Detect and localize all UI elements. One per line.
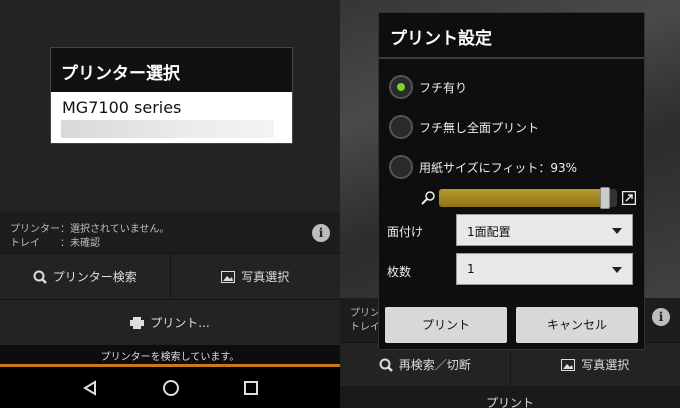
search-icon bbox=[33, 270, 47, 284]
action-row: プリンター検索 写真選択 bbox=[0, 253, 340, 299]
search-icon bbox=[379, 358, 393, 372]
copies-select[interactable]: 1 bbox=[456, 253, 633, 285]
radio-button[interactable] bbox=[389, 155, 413, 179]
photo-icon bbox=[561, 358, 576, 371]
left-screen: プリンター選択 MG7100 series プリンター：選択されていません。 ト… bbox=[0, 0, 340, 408]
printer-status: プリンター：選択されていません。 bbox=[10, 224, 170, 235]
android-navbar bbox=[0, 367, 340, 408]
print-row: プリント... bbox=[0, 299, 340, 345]
fit-slider-fill bbox=[439, 189, 605, 207]
option-borderless[interactable]: フチ無し全面プリント bbox=[389, 115, 539, 139]
tray-status: トレイ ：未確認 bbox=[10, 238, 100, 249]
photo-select-button[interactable]: 写真選択 bbox=[171, 254, 341, 299]
fit-slider-thumb[interactable] bbox=[600, 187, 610, 209]
photo-select-label: 写真選択 bbox=[241, 270, 290, 284]
layout-label: 面付け bbox=[387, 225, 424, 239]
option-label: フチ無し全面プリント bbox=[419, 120, 540, 135]
layout-value: 1面配置 bbox=[467, 225, 511, 239]
copies-value: 1 bbox=[467, 262, 475, 276]
photo-select-label: 写真選択 bbox=[581, 358, 630, 372]
recents-icon[interactable] bbox=[244, 380, 258, 395]
tray-status-partial: トレイ bbox=[350, 322, 380, 333]
radio-button[interactable] bbox=[389, 75, 413, 99]
photo-icon bbox=[221, 270, 236, 283]
right-screen: プリン トレイ i 再検索／切断 写真選択 プリント プリント設定 フチ有り フ… bbox=[340, 0, 680, 408]
option-label: 用紙サイズにフィット：93% bbox=[419, 160, 578, 175]
dialog-title: プリント設定 bbox=[390, 29, 492, 49]
back-icon[interactable] bbox=[82, 379, 98, 396]
print-button[interactable]: プリント bbox=[385, 307, 507, 343]
print-button-partial[interactable]: プリント bbox=[340, 386, 680, 408]
status-area: プリンター：選択されていません。 トレイ ：未確認 i bbox=[0, 212, 340, 254]
home-icon[interactable] bbox=[162, 379, 180, 397]
research-label: 再検索／切断 bbox=[398, 358, 471, 372]
print-label: プリント... bbox=[150, 316, 210, 330]
printer-select-dialog: プリンター選択 MG7100 series bbox=[50, 47, 293, 144]
dialog-title: プリンター選択 bbox=[51, 48, 292, 92]
blurred-printer-item[interactable] bbox=[61, 120, 274, 138]
radio-selected-dot bbox=[397, 83, 405, 91]
printer-icon bbox=[130, 316, 145, 329]
info-icon[interactable]: i bbox=[312, 224, 330, 242]
print-button[interactable]: プリント... bbox=[0, 300, 340, 345]
printer-search-button[interactable]: プリンター検索 bbox=[0, 254, 171, 299]
info-icon[interactable]: i bbox=[652, 308, 670, 326]
copies-label: 枚数 bbox=[387, 265, 412, 279]
progress-text: プリンターを検索しています。 bbox=[100, 352, 240, 363]
option-fit-paper[interactable]: 用紙サイズにフィット：93% bbox=[389, 155, 577, 179]
printer-search-label: プリンター検索 bbox=[52, 270, 137, 284]
chevron-down-icon bbox=[612, 228, 622, 234]
shrink-icon[interactable] bbox=[421, 191, 435, 205]
expand-icon[interactable] bbox=[622, 191, 636, 205]
cancel-button[interactable]: キャンセル bbox=[516, 307, 638, 343]
radio-button[interactable] bbox=[389, 115, 413, 139]
layout-select[interactable]: 1面配置 bbox=[456, 214, 633, 246]
option-label: フチ有り bbox=[419, 80, 468, 95]
fit-slider-track[interactable] bbox=[439, 189, 617, 207]
printer-status-partial: プリン bbox=[350, 308, 380, 319]
print-settings-dialog: プリント設定 フチ有り フチ無し全面プリント 用紙サイズにフィット：93% 面付… bbox=[378, 12, 645, 350]
printer-list-item[interactable]: MG7100 series bbox=[51, 92, 292, 117]
search-progress: プリンターを検索しています。 bbox=[0, 345, 340, 367]
option-bordered[interactable]: フチ有り bbox=[389, 75, 467, 99]
divider bbox=[379, 57, 644, 59]
chevron-down-icon bbox=[612, 267, 622, 273]
